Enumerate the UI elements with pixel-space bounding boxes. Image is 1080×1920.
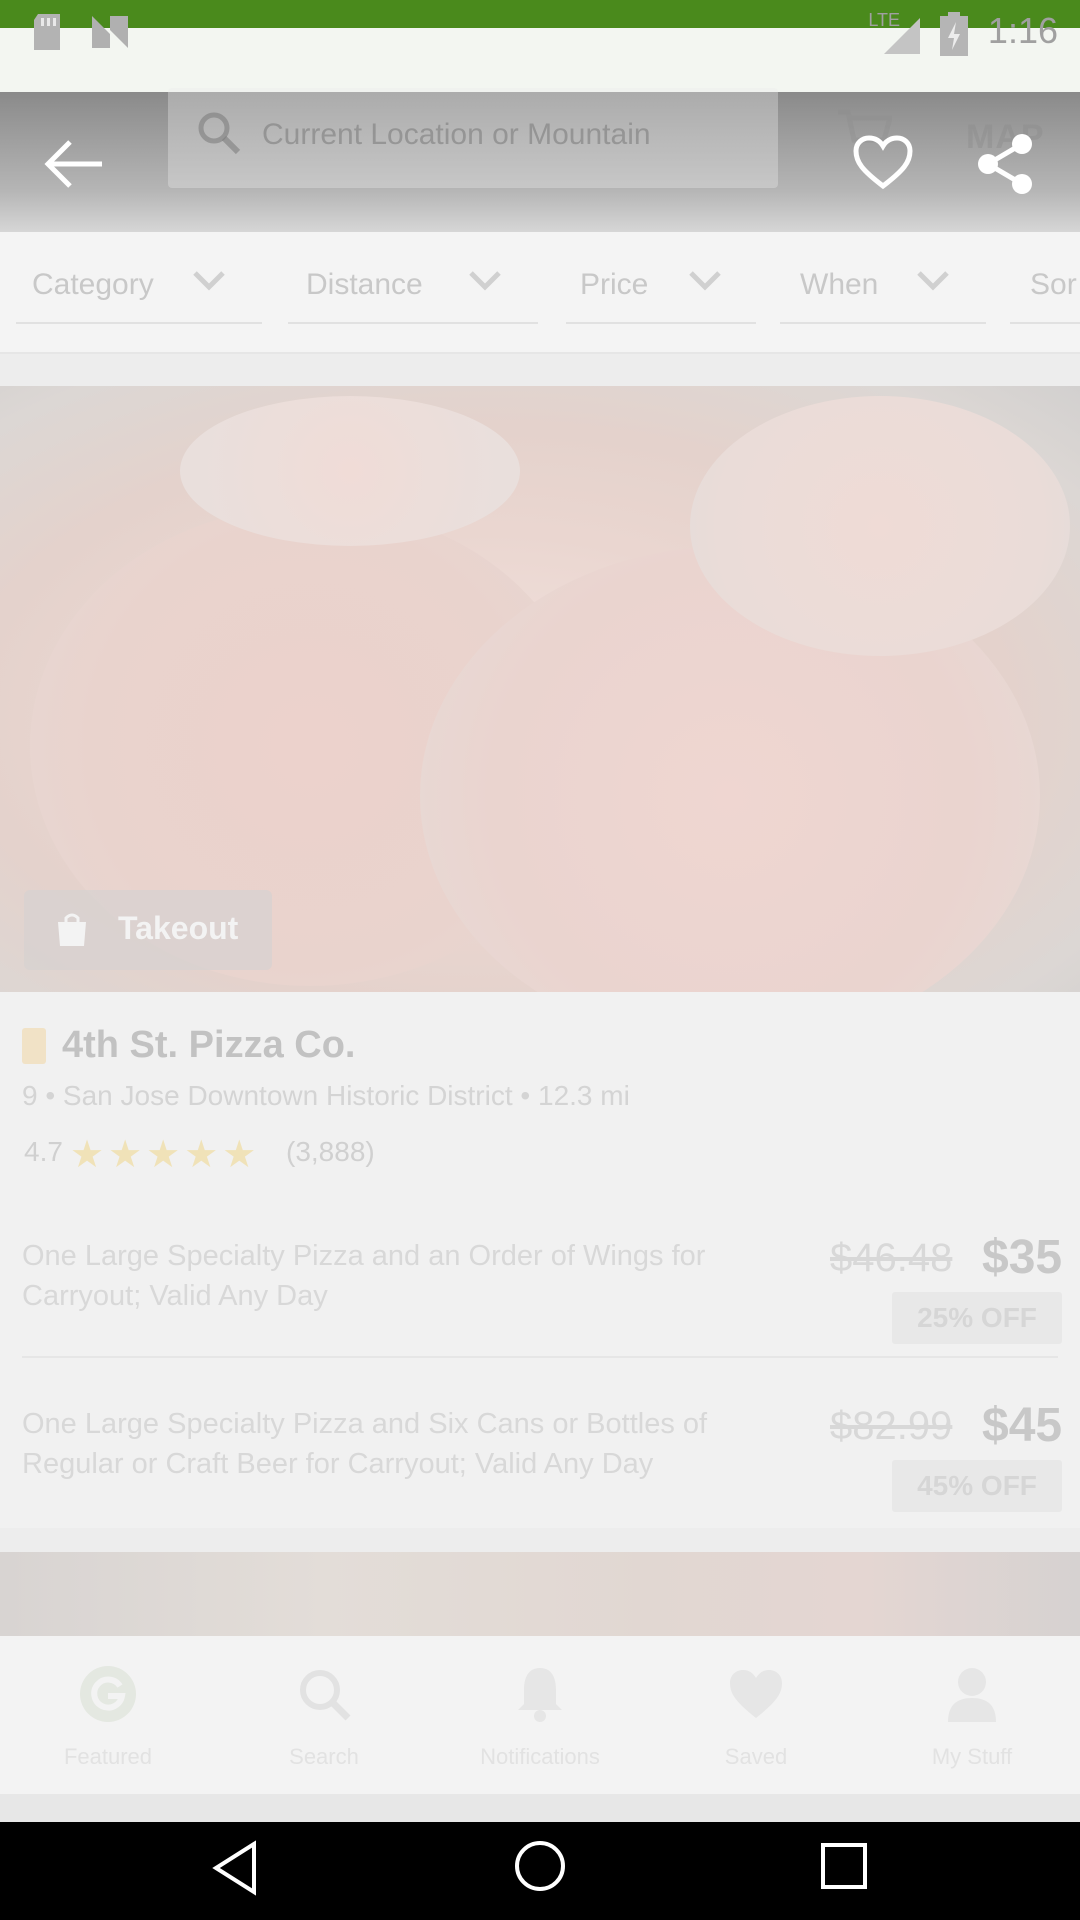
person-icon [948,1668,996,1722]
next-deal-image[interactable] [0,1552,1080,1636]
home-circle-icon[interactable] [512,1838,568,1894]
filter-category[interactable]: Category [16,258,262,324]
filter-sort[interactable]: Sor [1010,258,1080,324]
nav-my-stuff[interactable]: My Stuff [864,1636,1080,1794]
pizza-shape [180,396,520,546]
discount-badge: 25% OFF [892,1292,1062,1344]
heart-outline-icon[interactable] [852,134,914,190]
divider [22,1356,1058,1358]
clock: 1:16 [987,10,1058,51]
takeout-label: Takeout [118,910,239,946]
merchant-marker-icon [22,1028,46,1064]
search-icon [300,1670,351,1721]
battery-charging-icon [940,12,968,56]
discounted-price: $45 [982,1399,1063,1452]
takeout-badge: Takeout [24,890,272,970]
business-name: 4th St. Pizza Co. [62,1024,356,1066]
nav-notifications[interactable]: Notifications [432,1636,648,1794]
deal-option[interactable]: One Large Specialty Pizza and an Order o… [22,1231,1062,1346]
chevron-down-icon [917,271,949,291]
status-strip: LTE 1:16 [0,10,1080,92]
filter-bar: Category Distance Price When Sor [0,232,1080,354]
bottom-nav: Featured Search Notifications Saved My S… [0,1636,1080,1794]
deal-option[interactable]: One Large Specialty Pizza and Six Cans o… [22,1399,1062,1514]
search-icon [198,112,241,155]
takeout-bag-icon [58,913,86,946]
filter-price[interactable]: Price [566,258,756,324]
filter-distance[interactable]: Distance [288,258,538,324]
recents-square-icon[interactable] [820,1842,868,1890]
notification-n-icon [92,16,128,48]
business-location: 9 • San Jose Downtown Historic District … [22,1080,630,1111]
signal-icon [884,18,920,54]
deal-title: One Large Specialty Pizza and Six Cans o… [22,1408,708,1480]
nav-featured[interactable]: Featured [0,1636,216,1794]
rating-value: 4.7 [24,1136,63,1167]
rating-count: (3,888) [286,1136,375,1167]
deal-title: One Large Specialty Pizza and an Order o… [22,1240,706,1312]
nav-shadow [0,1794,1080,1822]
share-icon[interactable] [976,134,1034,194]
chevron-down-icon [193,271,225,291]
original-price: $82.99 [830,1404,953,1448]
heart-icon [730,1670,782,1718]
original-price: $46.48 [830,1236,953,1280]
pizza-shape [690,396,1070,656]
nav-search[interactable]: Search [216,1636,432,1794]
system-nav-bar [0,1822,1080,1920]
star-rating-icon: ★★★★★ [70,1134,261,1176]
chevron-down-icon [689,271,721,291]
filter-when[interactable]: When [780,258,986,324]
back-arrow-icon[interactable] [42,136,106,192]
sd-card-icon [34,14,60,50]
chevron-down-icon [469,271,501,291]
bell-icon [518,1668,562,1722]
discount-badge: 45% OFF [892,1460,1062,1512]
nav-saved[interactable]: Saved [648,1636,864,1794]
back-triangle-icon[interactable] [210,1840,260,1896]
discounted-price: $35 [982,1231,1063,1284]
search-input-text: Current Location or Mountain [262,118,651,151]
groupon-g-icon [80,1666,136,1722]
